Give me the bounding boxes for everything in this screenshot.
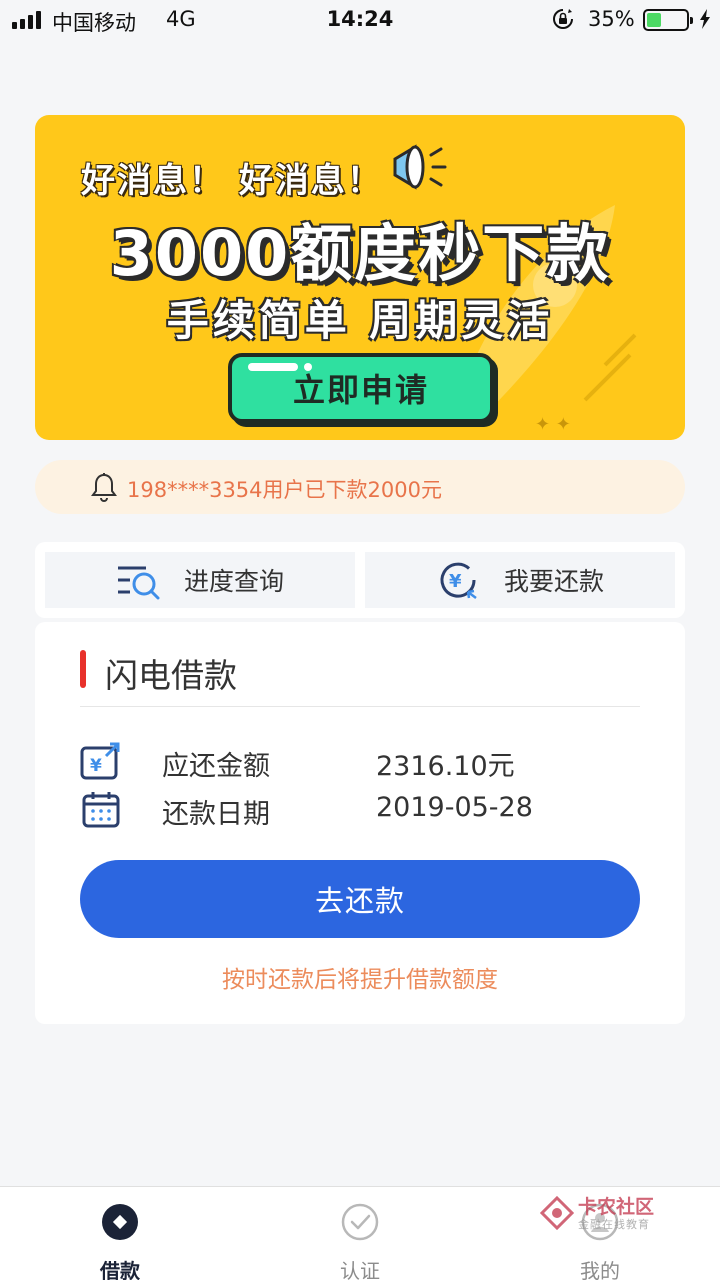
loan-product-title: 闪电借款 <box>105 656 237 695</box>
bell-icon <box>91 473 117 502</box>
notice-text: 198****3354用户已下款2000元 <box>127 478 442 502</box>
watermark-logo-icon <box>540 1196 574 1230</box>
repay-now-label: 我要还款 <box>503 567 604 596</box>
calendar-icon <box>82 792 120 828</box>
amount-due-row: ¥ 应还金额 2316.10元 <box>80 740 640 784</box>
watermark-subtitle: 金融在线教育 <box>578 1218 650 1231</box>
due-date-label: 还款日期 <box>162 799 270 830</box>
title-accent-bar <box>80 650 86 688</box>
watermark-title: 卡农社区 <box>578 1196 655 1218</box>
svg-text:¥: ¥ <box>90 756 102 776</box>
loan-card: 闪电借款 ¥ 应还金额 2316.10元 还款日期 2019-05-28 去还款… <box>35 622 685 1024</box>
megaphone-icon <box>393 144 447 190</box>
tab-verification[interactable]: 认证 <box>240 1187 480 1280</box>
promo-banner[interactable]: ✦ ✦ 好消息！ 好消息！ 3000额度秒下款 手续简单 周期灵活 立即申请 <box>35 115 685 440</box>
progress-search-icon <box>117 566 160 600</box>
due-date-row: 还款日期 2019-05-28 <box>80 788 640 832</box>
amount-due-value: 2316.10元 <box>376 751 515 782</box>
divider <box>80 706 640 707</box>
check-circle-icon <box>341 1203 379 1241</box>
status-bar: 中国移动 4G 14:24 35% <box>0 0 720 40</box>
banner-subheadline: 手续简单 周期灵活 <box>166 296 554 345</box>
yuan-card-icon: ¥ <box>80 742 120 780</box>
apply-now-label: 立即申请 <box>292 371 429 409</box>
yuan-repay-icon: ¥ <box>440 562 477 599</box>
progress-query-label: 进度查询 <box>183 567 284 596</box>
amount-due-label: 应还金额 <box>162 751 270 782</box>
banner-kicker: 好消息！ 好消息！ <box>81 161 383 201</box>
watermark: 卡农社区 金融在线教育 <box>540 1192 670 1232</box>
battery-icon <box>643 9 693 31</box>
banner-headline: 3000额度秒下款 <box>109 217 611 290</box>
tab-verification-label: 认证 <box>340 1259 380 1280</box>
tab-loan[interactable]: 借款 <box>0 1187 240 1280</box>
repay-hint: 按时还款后将提升借款额度 <box>222 967 498 993</box>
due-date-value: 2019-05-28 <box>376 792 533 823</box>
svg-text:¥: ¥ <box>449 571 462 592</box>
repay-now-button[interactable]: ¥ 我要还款 <box>365 552 675 608</box>
loan-notice-ticker: 198****3354用户已下款2000元 <box>35 460 685 514</box>
quick-actions: 进度查询 ¥ 我要还款 <box>35 542 685 618</box>
battery-percent: 35% <box>588 7 635 31</box>
tab-profile-label: 我的 <box>580 1259 620 1280</box>
progress-query-button[interactable]: 进度查询 <box>45 552 355 608</box>
tab-loan-label: 借款 <box>100 1259 140 1280</box>
go-repay-button[interactable]: 去还款 <box>80 860 640 938</box>
rotation-lock-icon <box>553 9 573 29</box>
loan-icon <box>102 1204 138 1240</box>
apply-now-button[interactable]: 立即申请 <box>228 353 494 423</box>
svg-text:✦ ✦: ✦ ✦ <box>535 414 571 435</box>
charging-icon <box>700 9 710 29</box>
